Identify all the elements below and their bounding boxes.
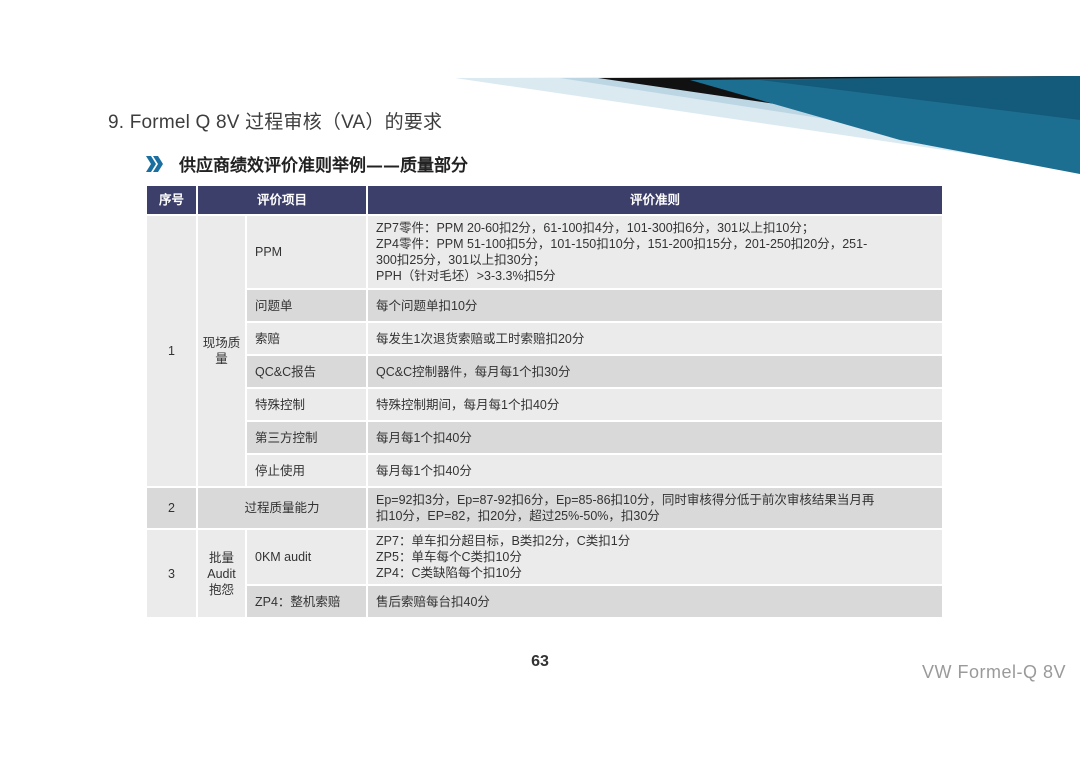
- item-cell: 特殊控制: [244, 387, 369, 422]
- footer-brand: VW Formel-Q 8V: [921, 662, 1066, 682]
- criteria-cell: 每发生1次退货索赔或工时索赔扣20分: [366, 321, 945, 356]
- item-cell: PPM: [244, 214, 369, 290]
- header-item: 评价项目: [195, 184, 369, 216]
- header-criteria: 评价准则: [366, 184, 945, 216]
- item-cell: ZP4：整机索赔: [244, 584, 369, 619]
- double-chevron-icon: [146, 155, 163, 172]
- item-cell: 过程质量能力: [195, 486, 369, 530]
- row-number: 3: [145, 528, 198, 619]
- item-cell: 问题单: [244, 288, 369, 323]
- criteria-cell: ZP7：单车扣分超目标，B类扣2分，C类扣1分 ZP5：单车每个C类扣10分 Z…: [366, 528, 945, 586]
- item-cell: QC&C报告: [244, 354, 369, 389]
- table-row: ZP4：整机索赔 售后索赔每台扣40分: [146, 584, 945, 619]
- table-row: 3 批量Audit抱怨 0KM audit ZP7：单车扣分超目标，B类扣2分，…: [145, 528, 945, 619]
- item-cell: 0KM audit: [244, 528, 369, 586]
- table-header-row: 序号 评价项目 评价准则: [145, 184, 945, 216]
- criteria-cell: 每月每1个扣40分: [366, 420, 945, 455]
- criteria-line: ZP7：单车扣分超目标，B类扣2分，C类扣1分: [376, 534, 631, 548]
- row-number: 2: [145, 486, 198, 530]
- criteria-cell: ZP7零件：PPM 20-60扣2分，61-100扣4分，101-300扣6分，…: [366, 214, 945, 290]
- criteria-line: ZP4零件：PPM 51-100扣5分，101-150扣10分，151-200扣…: [376, 237, 868, 251]
- criteria-line: ZP4：C类缺陷每个扣10分: [376, 566, 522, 580]
- item-cell: 停止使用: [244, 453, 369, 488]
- criteria-cell: QC&C控制器件，每月每1个扣30分: [366, 354, 945, 389]
- section-subtitle: 供应商绩效评价准则举例——质量部分: [179, 156, 468, 176]
- item-cell: 索赔: [244, 321, 369, 356]
- criteria-line: Ep=92扣3分，Ep=87-92扣6分，Ep=85-86扣10分，同时审核得分…: [376, 493, 875, 507]
- criteria-cell: Ep=92扣3分，Ep=87-92扣6分，Ep=85-86扣10分，同时审核得分…: [366, 486, 945, 530]
- header-no: 序号: [145, 184, 198, 216]
- category-cell: 批量Audit抱怨: [196, 528, 247, 619]
- criteria-line: ZP5：单车每个C类扣10分: [376, 550, 522, 564]
- criteria-cell: 售后索赔每台扣40分: [366, 584, 945, 619]
- criteria-cell: 每月每1个扣40分: [366, 453, 945, 488]
- table-row: 2 过程质量能力 Ep=92扣3分，Ep=87-92扣6分，Ep=85-86扣1…: [145, 486, 945, 530]
- criteria-cell: 特殊控制期间，每月每1个扣40分: [366, 387, 945, 422]
- table-row: 1 现场质量 PPM ZP7零件：PPM 20-60扣2分，61-100扣4分，…: [145, 214, 945, 488]
- table-row: 索赔 每发生1次退货索赔或工时索赔扣20分: [146, 321, 945, 356]
- table-row: 问题单 每个问题单扣10分: [146, 288, 945, 323]
- row-number: 1: [145, 214, 198, 488]
- category-cell: 现场质量: [196, 214, 247, 488]
- criteria-line: PPH（针对毛坯）>3-3.3%扣5分: [376, 269, 556, 283]
- criteria-line: 300扣25分，301以上扣30分；: [376, 253, 546, 267]
- criteria-table: 序号 评价项目 评价准则 1 现场质量 PPM ZP7零件：PPM 20-60扣…: [145, 184, 945, 619]
- criteria-cell: 每个问题单扣10分: [366, 288, 945, 323]
- table-row: 停止使用 每月每1个扣40分: [146, 453, 945, 488]
- subtitle-row: 供应商绩效评价准则举例——质量部分: [145, 151, 468, 176]
- table-row: QC&C报告 QC&C控制器件，每月每1个扣30分: [146, 354, 945, 389]
- table-row: 特殊控制 特殊控制期间，每月每1个扣40分: [146, 387, 945, 422]
- criteria-line: ZP7零件：PPM 20-60扣2分，61-100扣4分，101-300扣6分，…: [376, 221, 815, 235]
- page-number: 63: [531, 653, 549, 670]
- table-row: 第三方控制 每月每1个扣40分: [146, 420, 945, 455]
- slide-title: 9. Formel Q 8V 过程审核（VA）的要求: [108, 112, 443, 133]
- item-cell: 第三方控制: [244, 420, 369, 455]
- criteria-line: 扣10分，EP=82，扣20分，超过25%-50%，扣30分: [376, 509, 660, 523]
